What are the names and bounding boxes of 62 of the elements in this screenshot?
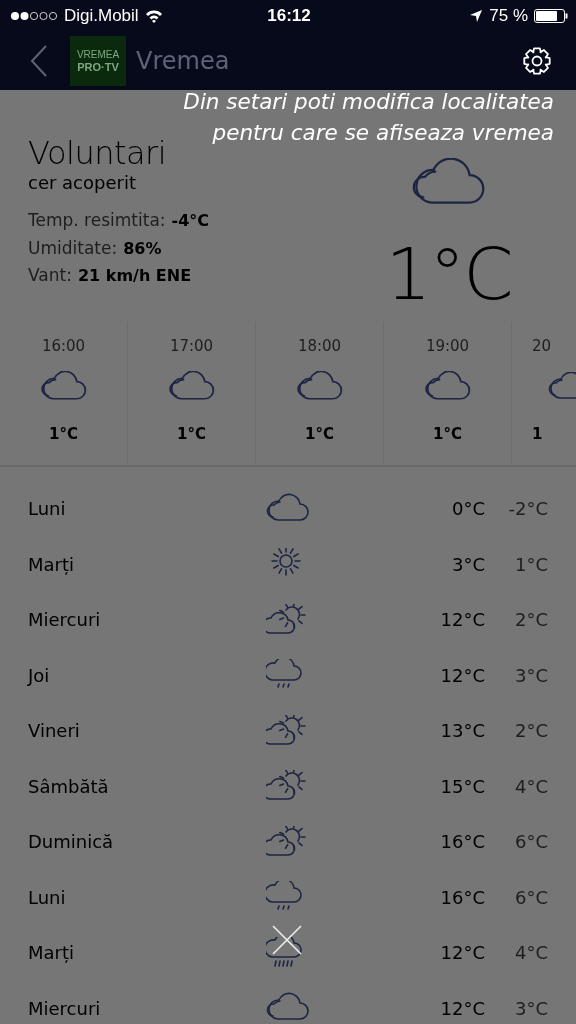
current-temperature: 1°C <box>385 232 512 316</box>
low-temperature: 1°C <box>513 553 548 575</box>
day-name: Luni <box>28 886 67 908</box>
settings-button[interactable] <box>522 46 552 76</box>
weather-condition: cer acoperit <box>28 172 137 193</box>
detail-value: 21 km/h ENE <box>77 265 192 287</box>
low-temperature: 4°C <box>513 775 548 797</box>
app-logo: VREMEA PRO·TV <box>70 36 126 86</box>
high-temperature: 16°C <box>439 886 485 908</box>
tip-text: Din setari poti modifica localitatea pentru care se afiseaza vremea <box>182 88 554 147</box>
hour-temperature: 1 <box>532 425 543 443</box>
day-name: Luni <box>28 498 67 520</box>
low-temperature: 4°C <box>513 942 548 964</box>
day-name: Joi <box>28 664 51 686</box>
low-temperature: 3°C <box>513 664 548 686</box>
hour-temperature: 1°C <box>433 425 462 443</box>
detail-value: 86% <box>123 237 162 260</box>
day-name: Marți <box>28 942 76 964</box>
day-name: Duminică <box>28 831 115 853</box>
hour-temperature: 1°C <box>177 425 206 443</box>
high-temperature: 12°C <box>439 664 485 686</box>
signal-icon <box>10 11 58 21</box>
location-arrow-icon <box>469 9 484 23</box>
battery-icon <box>534 9 568 23</box>
day-name: Vineri <box>28 720 81 742</box>
back-button[interactable] <box>30 45 48 77</box>
detail-label: Umiditate: <box>28 236 118 260</box>
low-temperature: -2°C <box>507 498 548 520</box>
high-temperature: 12°C <box>439 997 485 1019</box>
low-temperature: 2°C <box>513 609 548 631</box>
high-temperature: 12°C <box>439 609 485 631</box>
high-temperature: 16°C <box>439 831 485 853</box>
high-temperature: 0°C <box>450 498 485 520</box>
city-name: Voluntari <box>28 134 167 172</box>
hour-label: 16:00 <box>41 337 86 357</box>
hour-label: 19:00 <box>425 337 470 357</box>
battery-percent: 75 % <box>489 6 528 26</box>
day-name: Miercuri <box>28 997 102 1019</box>
low-temperature: 3°C <box>513 997 548 1019</box>
low-temperature: 6°C <box>513 886 548 908</box>
hour-temperature: 1°C <box>49 425 78 443</box>
clock-time: 16:12 <box>267 6 311 26</box>
detail-label: Temp. resimtita: <box>28 209 166 232</box>
day-name: Sâmbătă <box>28 775 110 797</box>
detail-value: -4°C <box>171 210 210 232</box>
carrier-name: Digi.Mobil <box>64 6 139 26</box>
hour-label: 18:00 <box>297 337 342 357</box>
hour-label: 20 <box>532 337 552 357</box>
wifi-icon <box>144 9 163 23</box>
high-temperature: 12°C <box>439 942 485 964</box>
page-title: Vremea <box>136 47 231 75</box>
low-temperature: 2°C <box>513 720 548 742</box>
high-temperature: 3°C <box>450 553 485 575</box>
hour-label: 17:00 <box>169 337 214 357</box>
day-name: Miercuri <box>28 609 102 631</box>
detail-label: Vant: <box>28 264 72 287</box>
low-temperature: 6°C <box>513 831 548 853</box>
day-name: Marți <box>28 553 76 575</box>
high-temperature: 15°C <box>439 775 485 797</box>
high-temperature: 13°C <box>439 720 485 742</box>
close-button[interactable] <box>272 925 302 955</box>
hour-temperature: 1°C <box>305 425 334 443</box>
